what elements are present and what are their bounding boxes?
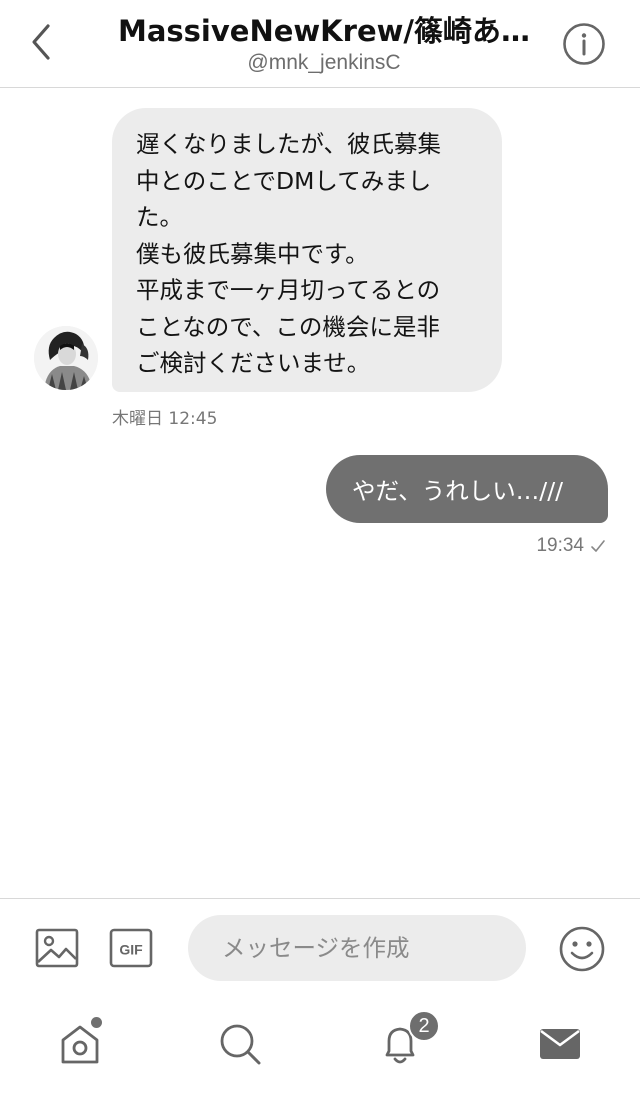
- outgoing-message-bubble[interactable]: やだ、うれしい…///: [326, 455, 608, 523]
- smiley-icon: [559, 926, 605, 972]
- conversation-title: MassiveNewKrew/篠崎あ…: [117, 14, 531, 48]
- tab-messages[interactable]: [532, 1016, 588, 1072]
- check-icon: [591, 540, 605, 552]
- add-photo-button[interactable]: [34, 925, 80, 971]
- message-input[interactable]: [188, 915, 526, 981]
- incoming-message-bubble[interactable]: 遅くなりましたが、彼氏募集 中とのことでDMしてみまし た。 僕も彼氏募集中です…: [112, 108, 502, 392]
- tab-bar: [0, 996, 640, 1095]
- outgoing-message-time: 19:34: [536, 535, 584, 556]
- home-unread-dot: [91, 1017, 102, 1028]
- avatar-image: [34, 326, 98, 390]
- sender-avatar[interactable]: [34, 326, 98, 390]
- gif-label: GIF: [119, 942, 143, 958]
- info-button[interactable]: [562, 22, 606, 66]
- message-composer: GIF: [0, 898, 640, 996]
- notification-count-badge: 2: [408, 1010, 440, 1042]
- incoming-message-text: 遅くなりましたが、彼氏募集 中とのことでDMしてみまし た。 僕も彼氏募集中です…: [136, 130, 442, 377]
- conversation-handle: @mnk_jenkinsC: [247, 51, 401, 74]
- outgoing-message-meta: 19:34: [536, 535, 606, 557]
- tab-search[interactable]: [212, 1016, 268, 1072]
- envelope-icon: [540, 1029, 580, 1059]
- chevron-left-icon: [32, 24, 50, 60]
- search-icon: [220, 1024, 261, 1065]
- conversation-header: MassiveNewKrew/篠崎あ… @mnk_jenkinsC: [0, 0, 640, 88]
- emoji-button[interactable]: [558, 925, 606, 973]
- gif-icon: GIF: [109, 928, 153, 968]
- add-gif-button[interactable]: GIF: [108, 925, 154, 971]
- incoming-message-time: 木曜日 12:45: [112, 409, 218, 429]
- conversation-title-block[interactable]: MassiveNewKrew/篠崎あ… @mnk_jenkinsC: [96, 12, 552, 76]
- outgoing-message-text: やだ、うれしい…///: [352, 477, 564, 505]
- info-icon: [563, 23, 605, 65]
- back-button[interactable]: [20, 18, 60, 66]
- image-icon: [35, 928, 79, 968]
